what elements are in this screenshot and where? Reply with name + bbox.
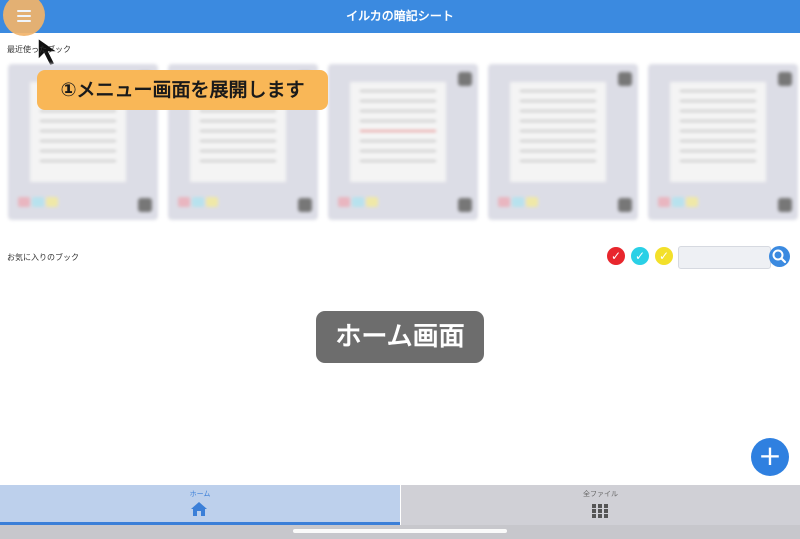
search-button[interactable] — [769, 246, 790, 267]
search-input[interactable] — [678, 246, 771, 269]
grid-icon — [592, 504, 608, 518]
yellow-check-filter-icon[interactable]: ✓ — [655, 247, 673, 265]
home-icon — [191, 502, 207, 516]
recent-book-card[interactable] — [488, 64, 638, 220]
tab-home[interactable]: ホーム — [0, 485, 400, 525]
screen-caption: ホーム画面 — [316, 311, 484, 363]
tab-bar: ホーム 全ファイル — [0, 485, 800, 525]
recent-book-card[interactable] — [648, 64, 798, 220]
plus-icon: + — [758, 439, 782, 472]
red-check-filter-icon[interactable]: ✓ — [607, 247, 625, 265]
app-header: イルカの暗記シート — [0, 0, 800, 33]
search-icon — [772, 249, 787, 264]
tab-all-files[interactable]: 全ファイル — [401, 485, 800, 525]
tab-home-label: ホーム — [189, 490, 211, 498]
app-title: イルカの暗記シート — [346, 9, 454, 23]
recent-books-label: 最近使ったブック — [7, 45, 71, 54]
home-indicator[interactable] — [293, 529, 507, 533]
favorite-books-label: お気に入りのブック — [7, 253, 79, 262]
recent-book-card[interactable] — [328, 64, 478, 220]
cyan-check-filter-icon[interactable]: ✓ — [631, 247, 649, 265]
add-button[interactable]: + — [751, 438, 789, 476]
tutorial-callout: ①メニュー画面を展開します — [37, 70, 328, 110]
tab-all-files-label: 全ファイル — [583, 490, 618, 498]
hamburger-icon — [17, 10, 31, 25]
